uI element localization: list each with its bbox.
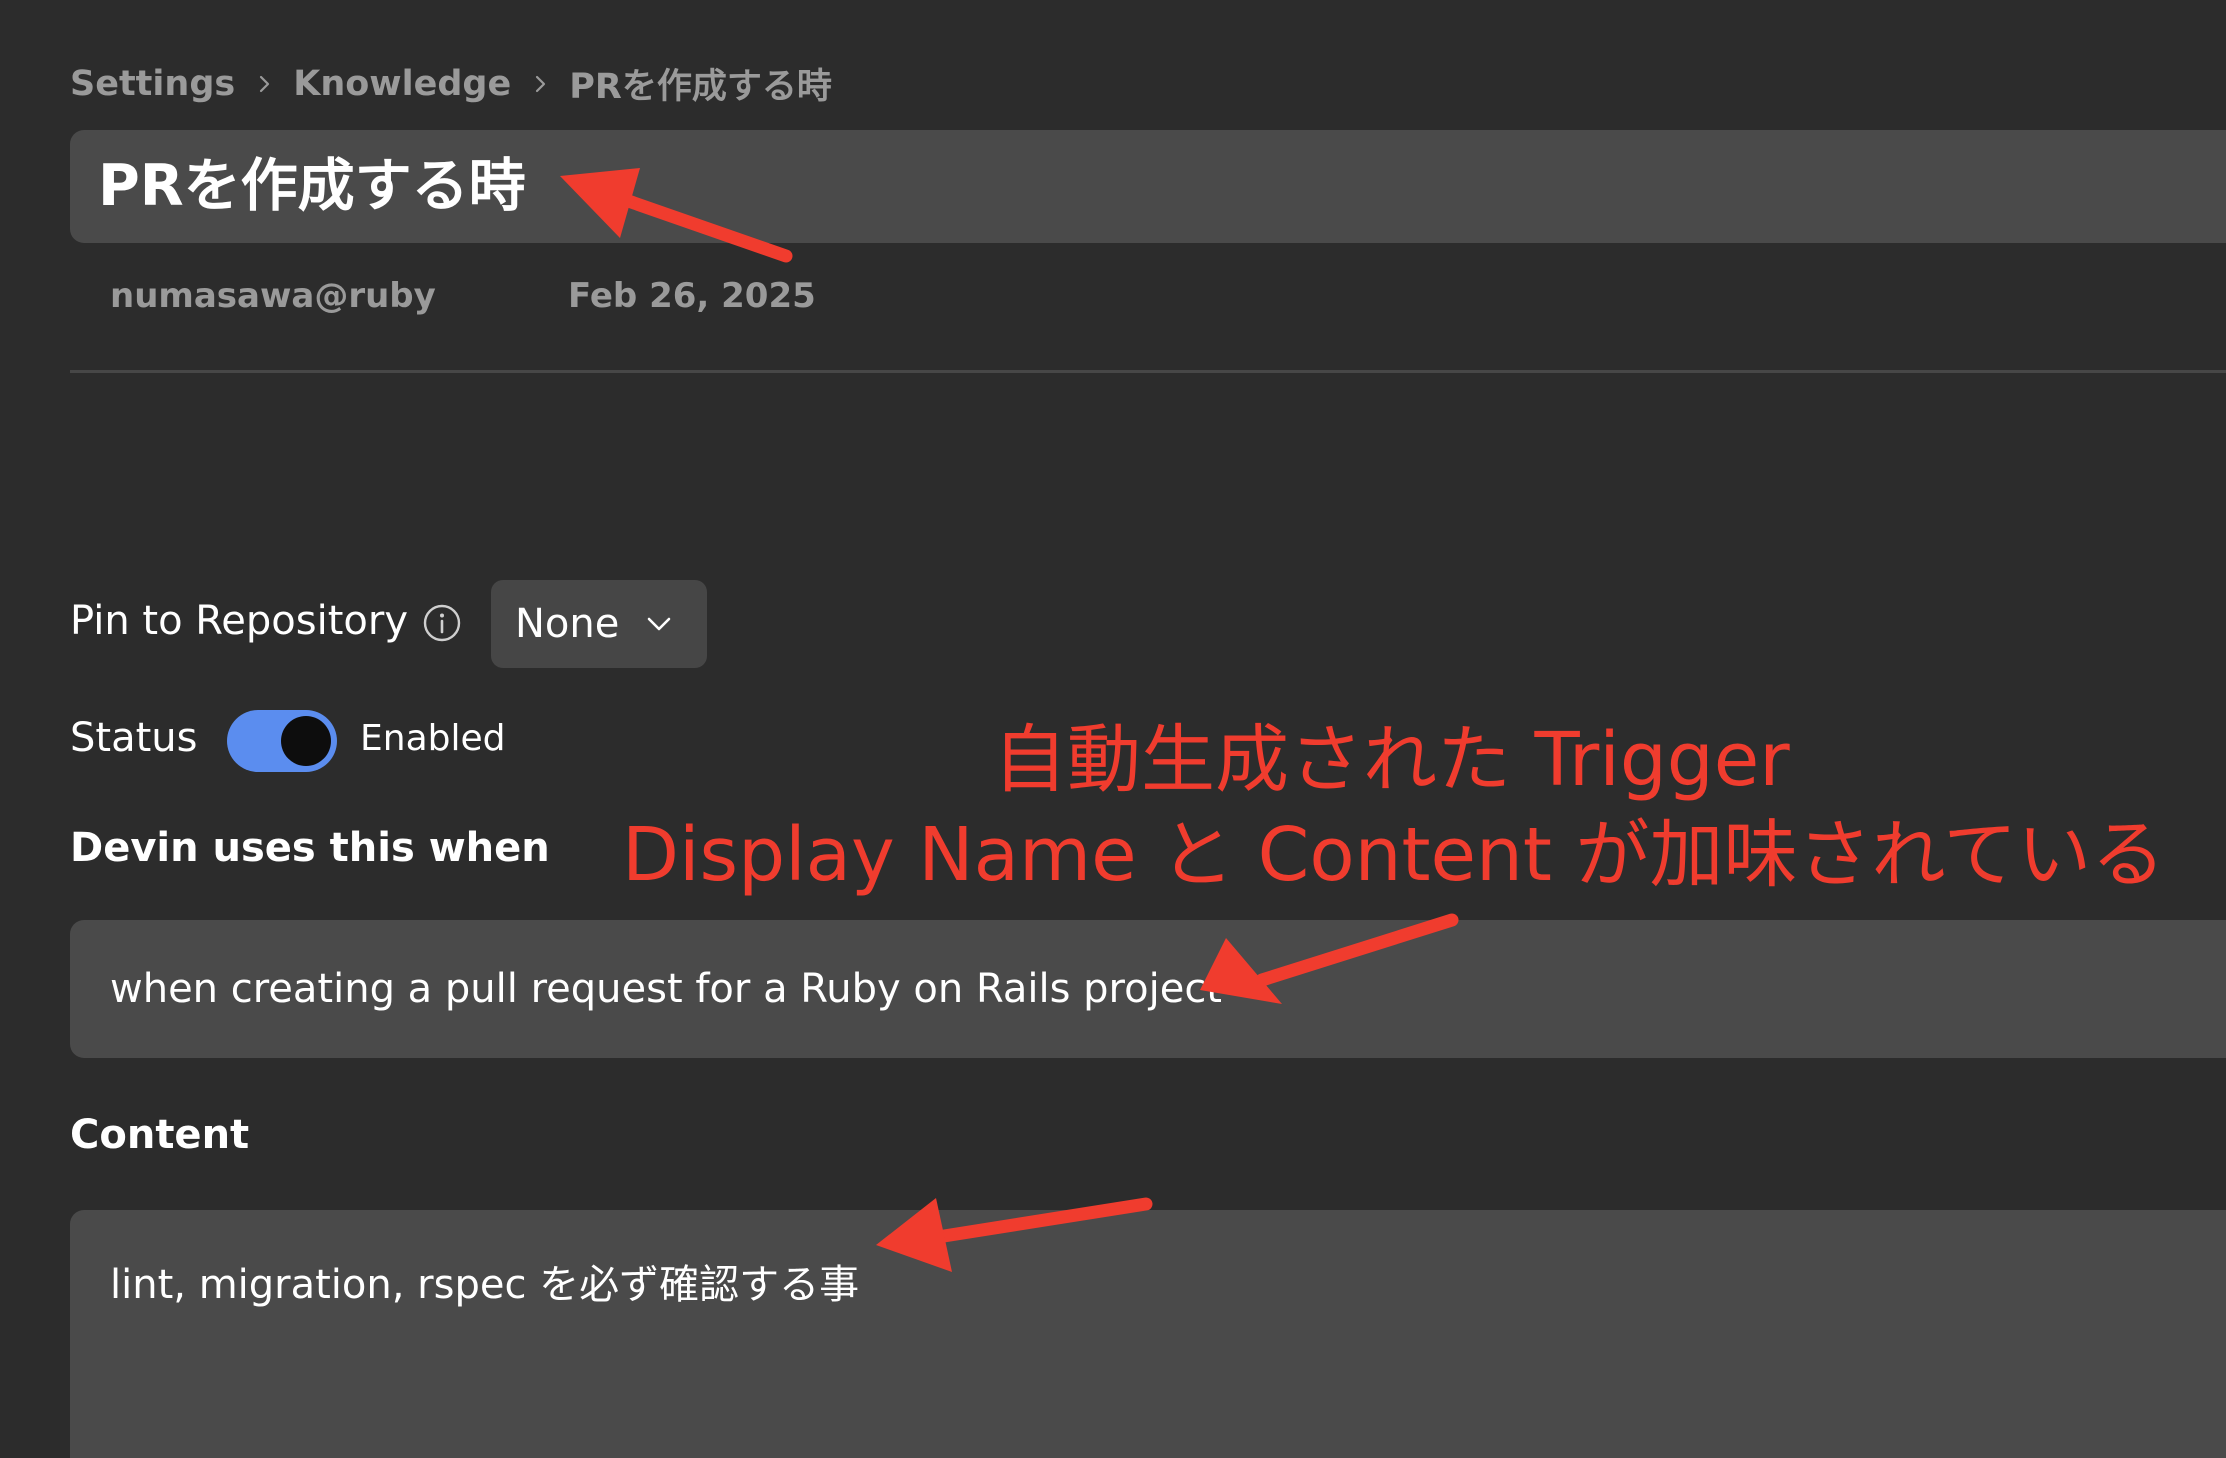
author-label: numasawa@ruby (110, 276, 436, 316)
status-label: Status (70, 715, 198, 761)
info-icon[interactable] (422, 603, 462, 643)
trigger-label: Devin uses this when (70, 825, 550, 871)
repository-select-value: None (515, 601, 620, 647)
chevron-right-icon (529, 73, 551, 95)
chevron-down-icon (643, 608, 675, 640)
annotation-line-2: Display Name と Content が加味されている (622, 812, 2166, 898)
breadcrumb-settings[interactable]: Settings (70, 64, 235, 104)
knowledge-edit-page: Settings Knowledge PRを作成する時 PRを作成する時 num… (0, 0, 2226, 1458)
breadcrumb: Settings Knowledge PRを作成する時 (70, 58, 832, 109)
repository-select[interactable]: None (491, 580, 707, 668)
content-textarea[interactable]: lint, migration, rspec を必ず確認する事 (70, 1210, 2226, 1458)
trigger-value: when creating a pull request for a Ruby … (110, 966, 1222, 1012)
title-input[interactable]: PRを作成する時 (70, 130, 2226, 243)
toggle-knob (281, 716, 331, 766)
date-label: Feb 26, 2025 (568, 276, 816, 316)
page-title: PRを作成する時 (98, 153, 526, 219)
status-state-label: Enabled (360, 718, 506, 759)
pin-to-repository-label: Pin to Repository (70, 598, 408, 644)
chevron-right-icon (253, 73, 275, 95)
breadcrumb-knowledge[interactable]: Knowledge (293, 64, 511, 104)
content-label: Content (70, 1112, 250, 1158)
trigger-input[interactable]: when creating a pull request for a Ruby … (70, 920, 2226, 1058)
content-value: lint, migration, rspec を必ず確認する事 (110, 1262, 860, 1308)
status-toggle[interactable] (227, 710, 337, 772)
divider (70, 370, 2226, 373)
annotation-line-1: 自動生成された Trigger (993, 717, 1790, 803)
breadcrumb-current: PRを作成する時 (569, 67, 832, 107)
